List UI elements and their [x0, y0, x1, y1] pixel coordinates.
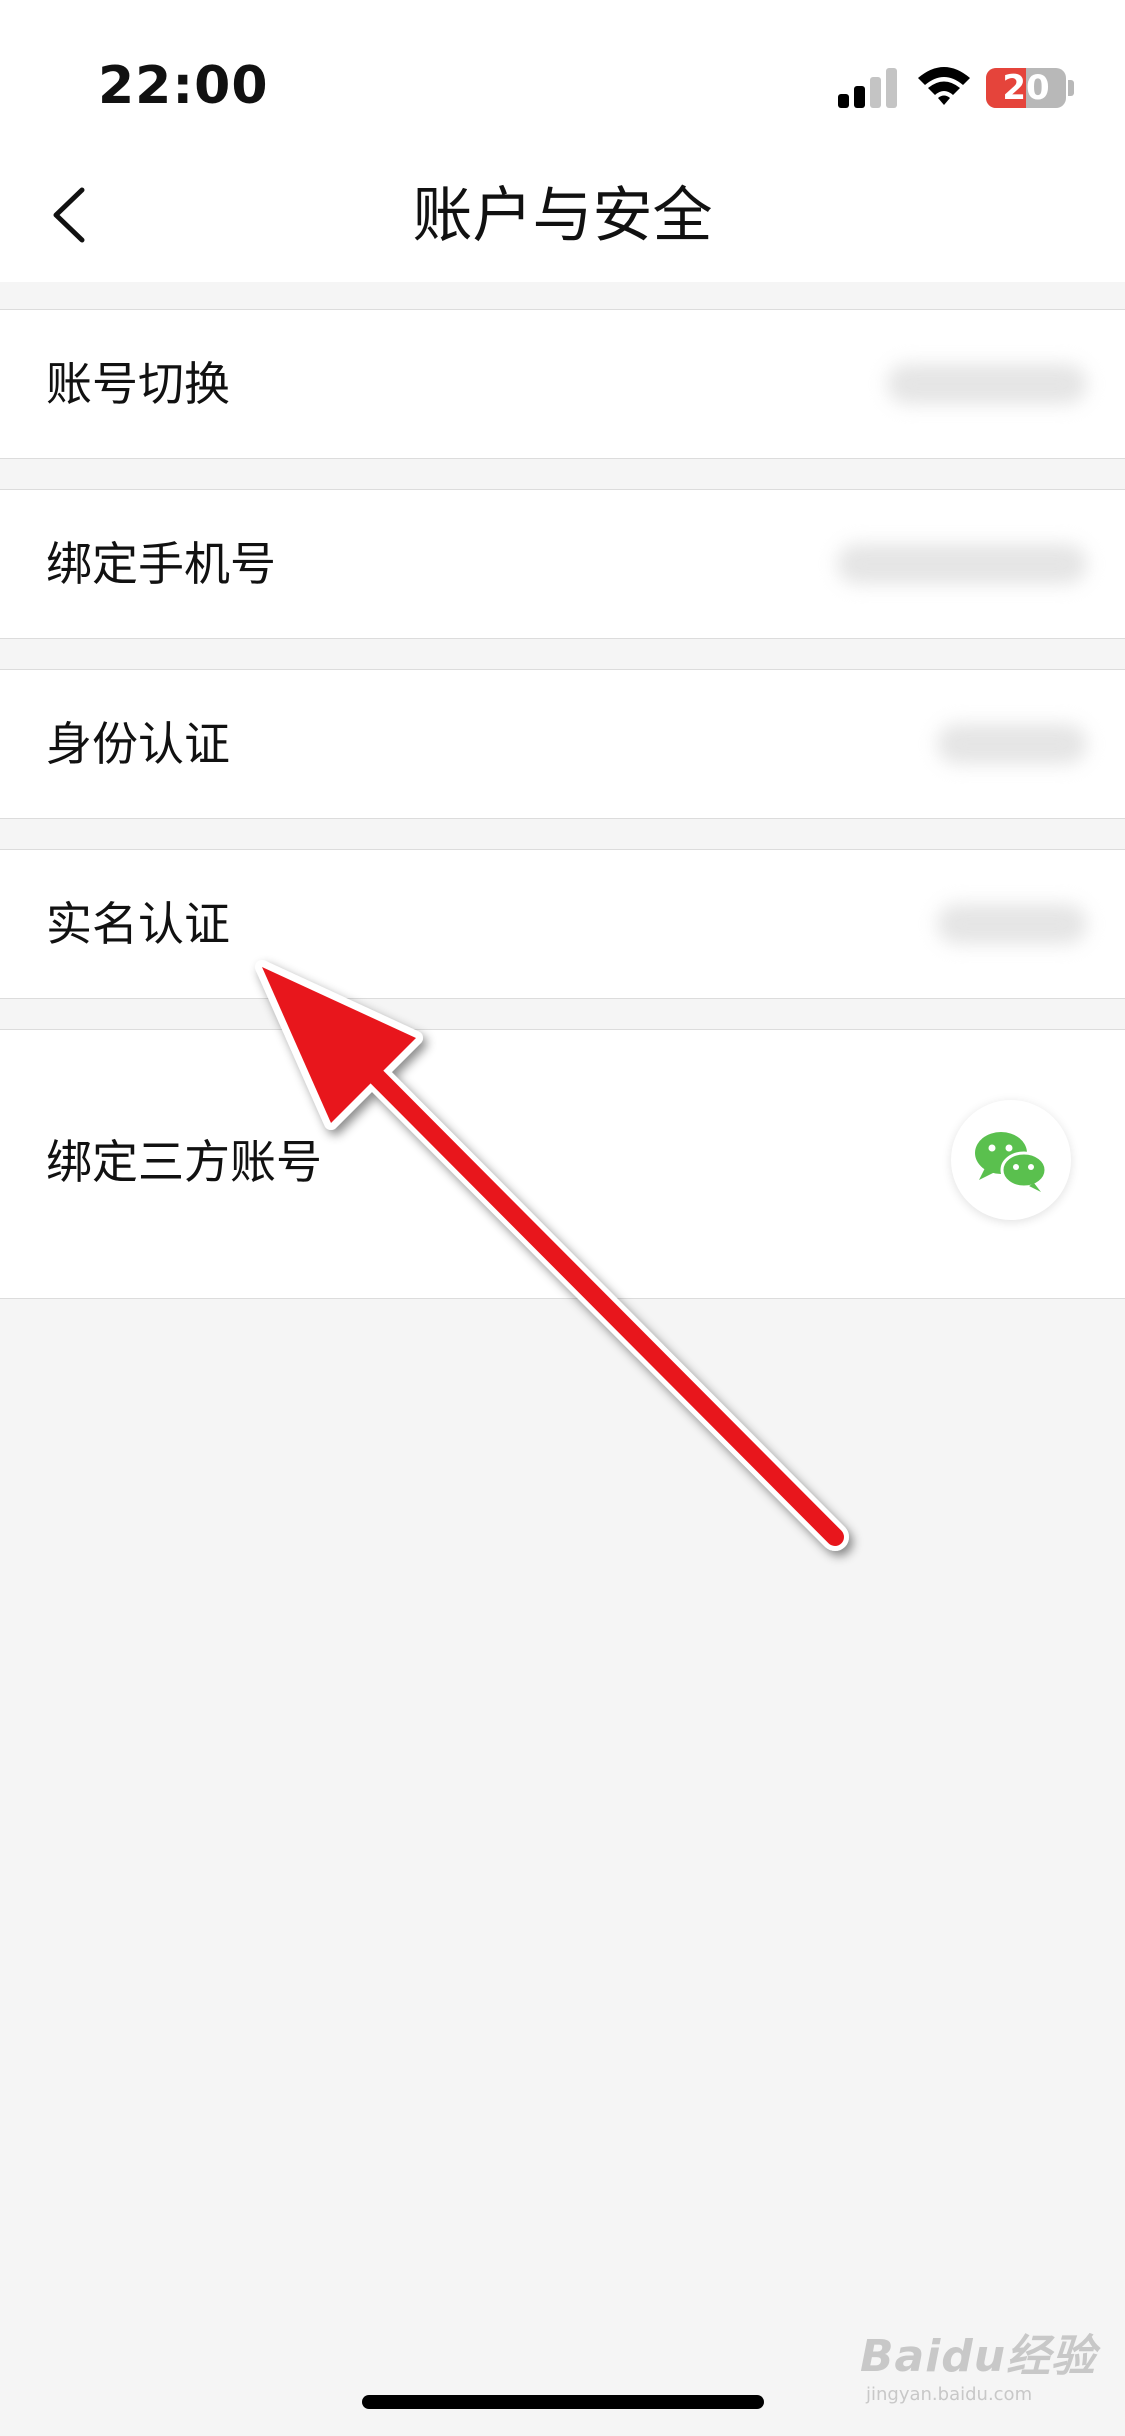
- cellular-signal-icon: [838, 68, 897, 108]
- baidu-watermark: Baidu经验 jingyan.baidu.com: [860, 2320, 1096, 2405]
- row-bind-phone[interactable]: 绑定手机号: [0, 489, 1125, 639]
- watermark-text: Baidu经验: [860, 2331, 1097, 2382]
- home-indicator[interactable]: [362, 2395, 764, 2409]
- blurred-value: [887, 364, 1087, 404]
- blurred-value: [837, 544, 1087, 584]
- wechat-icon: [975, 1132, 1048, 1192]
- status-bar: 22:00 20: [0, 0, 1125, 150]
- row-label: 实名认证: [46, 897, 230, 951]
- status-time: 22:00: [98, 56, 269, 116]
- watermark-url: jingyan.baidu.com: [866, 2384, 1033, 2405]
- battery-icon: 20: [986, 68, 1066, 108]
- row-label: 身份认证: [46, 717, 230, 771]
- navigation-bar: 账户与安全: [0, 150, 1125, 282]
- row-account-switch[interactable]: 账号切换: [0, 309, 1125, 459]
- row-identity-verification[interactable]: 身份认证: [0, 669, 1125, 819]
- battery-cap: [1068, 80, 1074, 96]
- blurred-value: [937, 724, 1087, 764]
- page-title: 账户与安全: [412, 181, 713, 251]
- row-label: 绑定手机号: [46, 537, 276, 591]
- wifi-icon: [918, 67, 970, 105]
- row-label: 绑定三方账号: [46, 1135, 322, 1189]
- row-real-name-verification[interactable]: 实名认证: [0, 849, 1125, 999]
- row-label: 账号切换: [46, 357, 230, 411]
- battery-percentage: 20: [1002, 68, 1050, 108]
- wechat-button[interactable]: [951, 1100, 1071, 1220]
- blurred-value: [937, 904, 1087, 944]
